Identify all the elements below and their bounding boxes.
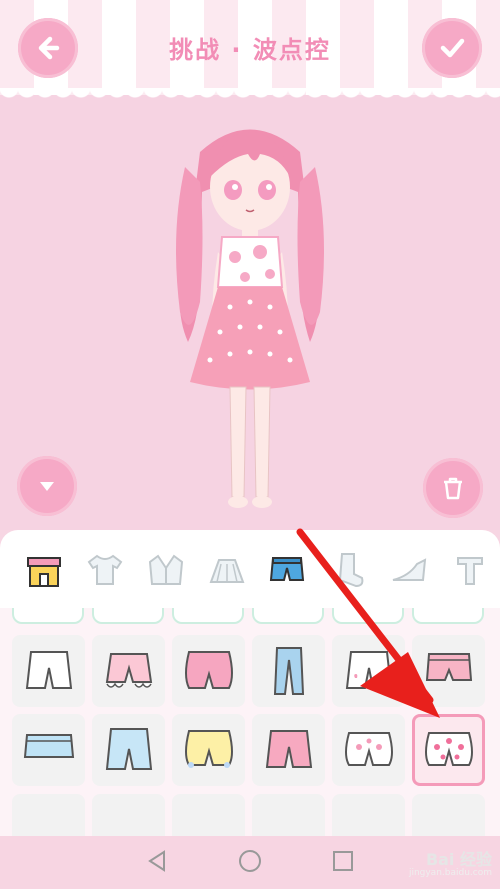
shorts-icon <box>270 557 305 581</box>
nav-back-button[interactable] <box>144 848 170 878</box>
arrow-left-icon <box>38 36 60 60</box>
white-heart-shorts-icon <box>345 651 392 689</box>
pink-pocket-shorts-icon <box>425 653 472 681</box>
chevron-down-icon <box>40 482 54 491</box>
item-tile[interactable] <box>12 794 85 836</box>
item-tile[interactable] <box>172 635 245 707</box>
item-tile[interactable] <box>412 635 485 707</box>
home-circle-icon <box>238 849 261 872</box>
category-tab-skirts[interactable] <box>196 542 257 598</box>
tshirt-icon <box>87 554 123 585</box>
nav-home-button[interactable] <box>237 848 263 878</box>
item-tile[interactable] <box>332 635 405 707</box>
doll-character <box>176 129 324 508</box>
jacket-icon <box>148 554 183 585</box>
item-grid <box>0 608 500 836</box>
nav-recents-button[interactable] <box>330 848 356 878</box>
item-tile[interactable] <box>12 635 85 707</box>
partial-item[interactable] <box>252 608 324 624</box>
pink-polka-bloomers-icon <box>424 732 473 766</box>
item-tile-selected[interactable] <box>412 714 485 786</box>
category-tab-shop[interactable] <box>14 542 75 598</box>
partial-item[interactable] <box>92 608 164 624</box>
light-blue-shorts-icon <box>105 728 152 770</box>
collapse-button[interactable] <box>17 456 77 516</box>
item-tile[interactable] <box>412 794 485 836</box>
item-tile[interactable] <box>252 635 325 707</box>
partial-item[interactable] <box>12 608 84 624</box>
denim-skirt-shorts-icon <box>23 734 74 758</box>
item-tile[interactable] <box>332 794 405 836</box>
trash-icon <box>444 477 462 500</box>
category-bar <box>0 530 500 610</box>
white-shorts-icon <box>25 651 72 689</box>
watermark-brand: Bai 经验 <box>425 850 492 869</box>
item-tile[interactable] <box>252 794 325 836</box>
item-tile[interactable] <box>92 635 165 707</box>
category-tab-more[interactable] <box>439 542 500 598</box>
pink-bloomers-icon <box>184 651 233 689</box>
back-triangle-icon <box>147 849 165 872</box>
partial-item[interactable] <box>332 608 404 624</box>
tshirt-icon <box>456 557 483 585</box>
item-tile[interactable] <box>92 714 165 786</box>
white-polka-bloomers-icon <box>344 732 393 766</box>
shop-icon <box>27 557 62 587</box>
category-tab-socks[interactable] <box>318 542 379 598</box>
item-tile[interactable] <box>332 714 405 786</box>
item-tile[interactable] <box>12 714 85 786</box>
blue-jeans-icon <box>273 647 304 695</box>
confirm-button[interactable] <box>422 18 482 78</box>
item-tile[interactable] <box>252 714 325 786</box>
partial-item-row <box>0 608 500 630</box>
item-tile[interactable] <box>92 794 165 836</box>
pink-shorts-icon <box>265 730 312 768</box>
category-tab-shorts[interactable] <box>257 542 318 598</box>
delete-button[interactable] <box>423 458 483 518</box>
category-tab-tops[interactable] <box>75 542 136 598</box>
item-tile[interactable] <box>172 794 245 836</box>
pink-ruffle-shorts-icon <box>105 653 152 688</box>
partial-item[interactable] <box>412 608 484 624</box>
item-tile[interactable] <box>172 714 245 786</box>
back-button[interactable] <box>18 18 78 78</box>
shoe-icon <box>392 558 427 581</box>
watermark-url: jingyan.baidu.com <box>408 868 492 878</box>
checkmark-icon <box>440 38 465 58</box>
category-tab-jackets[interactable] <box>136 542 197 598</box>
sock-icon <box>339 553 364 588</box>
yellow-bow-bloomers-icon <box>184 730 233 768</box>
dressing-stage: 挑战 · 波点控 <box>0 0 500 530</box>
category-tab-shoes[interactable] <box>379 542 440 598</box>
awning-scallop <box>0 88 500 106</box>
recents-square-icon <box>333 850 354 871</box>
partial-item[interactable] <box>172 608 244 624</box>
skirt-icon <box>209 559 245 583</box>
